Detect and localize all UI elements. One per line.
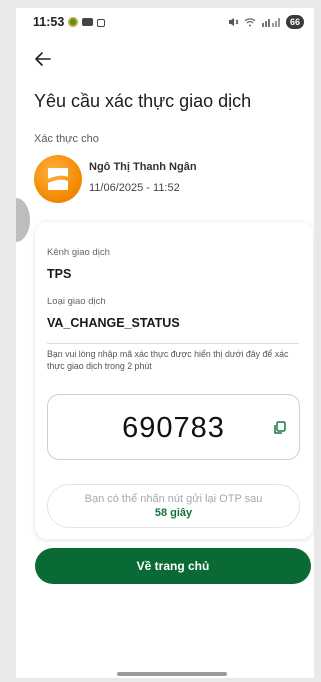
bank-logo-avatar: [34, 155, 82, 203]
app-badge-icon: [68, 17, 79, 27]
user-name: Ngô Thị Thanh Ngân: [89, 161, 197, 173]
otp-code: 690783: [122, 412, 225, 444]
copy-icon[interactable]: [273, 421, 287, 435]
status-right: 66: [228, 15, 304, 29]
resend-text: Bạn có thể nhấn nút gửi lại OTP sau: [84, 493, 263, 505]
arrow-left-icon: [35, 52, 51, 66]
channel-value: TPS: [47, 267, 72, 281]
mute-icon: [228, 18, 239, 26]
verify-for-label: Xác thực cho: [34, 133, 99, 145]
back-button[interactable]: [32, 48, 54, 70]
status-left: 11:53: [33, 15, 106, 29]
transaction-card: Kênh giao dịch TPS Loại giao dịch VA_CHA…: [35, 222, 313, 539]
divider: [47, 343, 299, 344]
type-label: Loại giao dịch: [47, 296, 106, 307]
signal-icon: [261, 18, 280, 27]
resend-countdown: 58 giây: [154, 507, 193, 519]
otp-box: 690783: [47, 394, 300, 460]
gesture-nav-bar[interactable]: [117, 672, 227, 676]
mail-icon: [82, 18, 94, 26]
phone-screen: 11:53 66 Yêu cầu xác thực giao dịch Xác …: [16, 8, 314, 678]
type-value: VA_CHANGE_STATUS: [47, 316, 180, 330]
request-datetime: 11/06/2025 - 11:52: [89, 182, 180, 194]
battery-icon: 66: [285, 15, 304, 29]
status-bar: 11:53 66: [16, 8, 314, 36]
wifi-icon: [244, 18, 256, 27]
page-title: Yêu cầu xác thực giao dịch: [34, 91, 252, 111]
home-button[interactable]: Về trang chủ: [35, 548, 311, 584]
status-time: 11:53: [33, 15, 65, 29]
channel-label: Kênh giao dịch: [47, 247, 110, 258]
edge-handle[interactable]: [16, 198, 30, 242]
lock-icon: [97, 19, 106, 27]
logo-mark-icon: [48, 168, 68, 190]
instruction-text: Bạn vui lòng nhập mã xác thực được hiển …: [47, 349, 289, 371]
resend-otp-button[interactable]: Bạn có thể nhấn nút gửi lại OTP sau 58 g…: [47, 484, 300, 528]
